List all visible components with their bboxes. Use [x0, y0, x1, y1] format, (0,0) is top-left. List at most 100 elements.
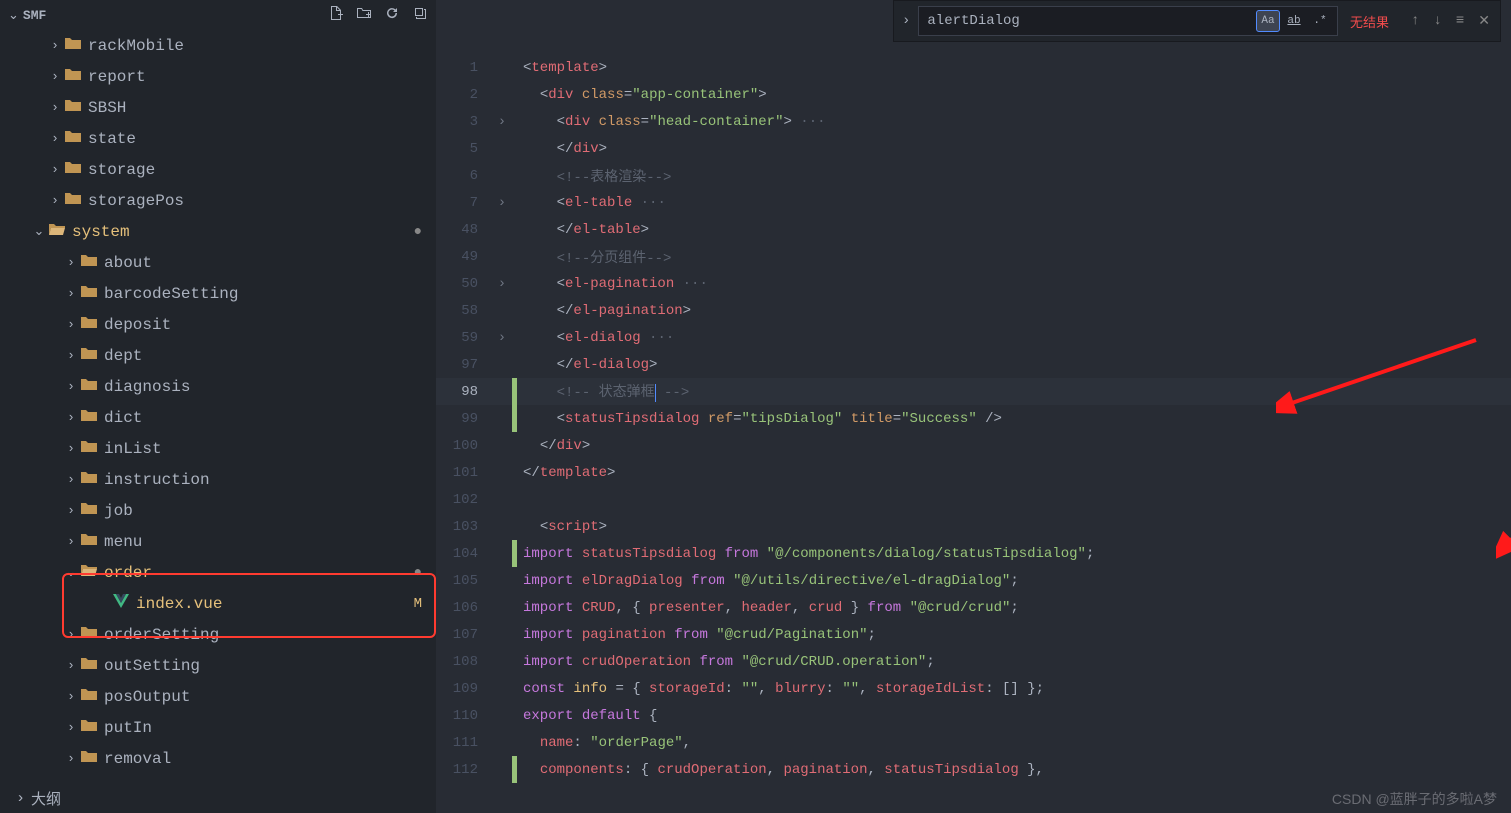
code-line[interactable]: 58 </el-pagination> [436, 297, 1511, 324]
code-line[interactable]: 112 components: { crudOperation, paginat… [436, 756, 1511, 783]
chevron-icon[interactable]: › [64, 348, 78, 363]
code-line[interactable]: 100 </div> [436, 432, 1511, 459]
line-number: 7 [436, 195, 492, 211]
new-folder-icon[interactable] [356, 5, 372, 25]
chevron-icon[interactable]: › [48, 100, 62, 115]
code-line[interactable]: 105import elDragDialog from "@/utils/dir… [436, 567, 1511, 594]
code-line[interactable]: 109const info = { storageId: "", blurry:… [436, 675, 1511, 702]
code-line[interactable]: 103 <script> [436, 513, 1511, 540]
code-content: <!--表格渲染--> [517, 166, 1511, 186]
code-line[interactable]: 5 </div> [436, 135, 1511, 162]
refresh-icon[interactable] [384, 5, 400, 25]
tree-item-state[interactable]: ›state [0, 123, 436, 154]
search-input[interactable] [923, 13, 1255, 29]
next-match-icon[interactable]: ↓ [1433, 13, 1441, 30]
code-line[interactable]: 101</template> [436, 459, 1511, 486]
code-line[interactable]: 102 [436, 486, 1511, 513]
find-in-selection-icon[interactable]: ≡ [1456, 13, 1464, 30]
folder-icon [80, 718, 98, 737]
chevron-icon[interactable]: › [64, 472, 78, 487]
chevron-icon[interactable]: › [64, 627, 78, 642]
tree-item-rackMobile[interactable]: ›rackMobile [0, 30, 436, 61]
code-line[interactable]: 104import statusTipsdialog from "@/compo… [436, 540, 1511, 567]
code-line[interactable]: 49 <!--分页组件--> [436, 243, 1511, 270]
tree-item-about[interactable]: ›about [0, 247, 436, 278]
code-line[interactable]: 48 </el-table> [436, 216, 1511, 243]
tree-item-storagePos[interactable]: ›storagePos [0, 185, 436, 216]
chevron-icon[interactable]: ⌄ [32, 224, 46, 239]
chevron-icon[interactable]: › [64, 751, 78, 766]
chevron-icon[interactable]: ⌄ [64, 565, 78, 580]
whole-word-icon[interactable]: ab [1282, 10, 1306, 32]
chevron-icon[interactable]: › [64, 720, 78, 735]
chevron-icon[interactable]: › [64, 379, 78, 394]
fold-icon[interactable]: › [492, 195, 512, 211]
tree-item-diagnosis[interactable]: ›diagnosis [0, 371, 436, 402]
tree-item-orderSetting[interactable]: ›orderSetting [0, 619, 436, 650]
chevron-icon[interactable]: › [64, 317, 78, 332]
tree-item-storage[interactable]: ›storage [0, 154, 436, 185]
fold-icon[interactable]: › [492, 114, 512, 130]
code-line[interactable]: 99 <statusTipsdialog ref="tipsDialog" ti… [436, 405, 1511, 432]
line-number: 101 [436, 465, 492, 481]
tree-item-deposit[interactable]: ›deposit [0, 309, 436, 340]
tree-item-system[interactable]: ⌄system● [0, 216, 436, 247]
regex-icon[interactable]: .* [1308, 10, 1332, 32]
collapse-all-icon[interactable] [412, 5, 428, 25]
outline-section[interactable]: › 大纲 [0, 784, 436, 813]
code-line[interactable]: 111 name: "orderPage", [436, 729, 1511, 756]
fold-icon[interactable]: › [492, 276, 512, 292]
chevron-icon[interactable]: › [48, 193, 62, 208]
code-line[interactable]: 98 <!-- 状态弹框 --> [436, 378, 1511, 405]
tree-item-outSetting[interactable]: › outSetting [0, 650, 436, 681]
chevron-icon[interactable]: › [48, 162, 62, 177]
tree-item-menu[interactable]: ›menu [0, 526, 436, 557]
code-line[interactable]: 2 <div class="app-container"> [436, 81, 1511, 108]
chevron-icon[interactable]: › [64, 441, 78, 456]
code-line[interactable]: 97 </el-dialog> [436, 351, 1511, 378]
code-line[interactable]: 3› <div class="head-container"> ··· [436, 108, 1511, 135]
chevron-icon[interactable]: › [48, 69, 62, 84]
code-line[interactable]: 108import crudOperation from "@crud/CRUD… [436, 648, 1511, 675]
tree-item-order[interactable]: ⌄order● [0, 557, 436, 588]
prev-match-icon[interactable]: ↑ [1411, 13, 1419, 30]
tree-item-instruction[interactable]: ›instruction [0, 464, 436, 495]
code-line[interactable]: 106import CRUD, { presenter, header, cru… [436, 594, 1511, 621]
chevron-icon[interactable]: › [64, 410, 78, 425]
tree-item-SBSH[interactable]: ›SBSH [0, 92, 436, 123]
close-icon[interactable]: ✕ [1478, 13, 1490, 30]
code-line[interactable]: 7› <el-table ··· [436, 189, 1511, 216]
chevron-icon[interactable]: › [48, 38, 62, 53]
match-case-icon[interactable]: Aa [1256, 10, 1280, 32]
collapse-icon[interactable]: ⌄ [8, 8, 19, 23]
code-line[interactable]: 59› <el-dialog ··· [436, 324, 1511, 351]
tree-item-removal[interactable]: ›removal [0, 743, 436, 774]
code-editor[interactable]: › Aa ab .* 无结果 ↑ ↓ ≡ ✕ 1<template>2 <div… [436, 0, 1511, 813]
code-line[interactable]: 107import pagination from "@crud/Paginat… [436, 621, 1511, 648]
line-number: 104 [436, 546, 492, 562]
tree-item-barcodeSetting[interactable]: ›barcodeSetting [0, 278, 436, 309]
chevron-icon[interactable]: › [64, 689, 78, 704]
tree-item-inList[interactable]: ›inList [0, 433, 436, 464]
chevron-icon[interactable]: › [64, 255, 78, 270]
chevron-icon[interactable]: › [48, 131, 62, 146]
fold-icon[interactable]: › [492, 330, 512, 346]
tree-item-index.vue[interactable]: index.vueM [0, 588, 436, 619]
tree-item-label: outSetting [104, 657, 422, 675]
tree-item-job[interactable]: ›job [0, 495, 436, 526]
tree-item-report[interactable]: ›report [0, 61, 436, 92]
chevron-icon[interactable]: › [64, 658, 78, 673]
tree-item-putIn[interactable]: ›putIn [0, 712, 436, 743]
code-line[interactable]: 110export default { [436, 702, 1511, 729]
tree-item-dept[interactable]: ›dept [0, 340, 436, 371]
code-line[interactable]: 1<template> [436, 54, 1511, 81]
code-line[interactable]: 50› <el-pagination ··· [436, 270, 1511, 297]
tree-item-dict[interactable]: ›dict [0, 402, 436, 433]
chevron-icon[interactable]: › [64, 534, 78, 549]
toggle-replace-icon[interactable]: › [894, 13, 918, 29]
new-file-icon[interactable] [328, 5, 344, 25]
tree-item-posOutput[interactable]: ›posOutput [0, 681, 436, 712]
chevron-icon[interactable]: › [64, 503, 78, 518]
chevron-icon[interactable]: › [64, 286, 78, 301]
code-line[interactable]: 6 <!--表格渲染--> [436, 162, 1511, 189]
